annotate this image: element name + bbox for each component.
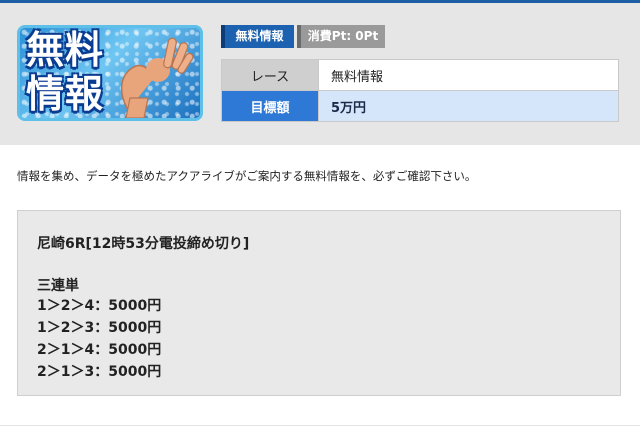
table-row-race: レース 無料情報: [221, 59, 619, 91]
race-value: 無料情報: [318, 59, 619, 91]
thumbnail-title: 無料 情報: [26, 28, 104, 116]
thumbnail-title-line2: 情報: [26, 72, 105, 116]
info-table: レース 無料情報 目標額 5万円: [221, 59, 619, 122]
bet-line: 2＞1＞4：5000円: [37, 342, 162, 358]
target-amount-value: 5万円: [318, 90, 619, 122]
free-info-thumbnail: 無料 情報: [17, 25, 203, 121]
thumbnail-title-line1: 無料: [26, 28, 105, 72]
target-amount-label: 目標額: [221, 90, 319, 122]
prediction-box: 尼崎6R[12時53分電投締め切り] 三連単 1＞2＞4：5000円 1＞2＞3…: [17, 210, 621, 396]
bet-type: 三連単: [37, 278, 79, 294]
table-row-target: 目標額 5万円: [221, 90, 619, 122]
divider: [0, 425, 640, 426]
bet-line: 2＞1＞3：5000円: [37, 364, 162, 380]
ok-hand-icon: [120, 37, 194, 118]
free-info-badge: 無料情報: [221, 25, 294, 48]
race-title: 尼崎6R[12時53分電投締め切り]: [37, 236, 250, 252]
bet-line: 1＞2＞4：5000円: [37, 298, 162, 314]
points-cost-badge: 消費Pt: 0Pt: [297, 25, 385, 48]
race-label: レース: [221, 59, 319, 91]
intro-text: 情報を集め、データを極めたアクアライブがご案内する無料情報を、必ずご確認下さい。: [17, 169, 477, 183]
bet-line: 1＞2＞3：5000円: [37, 320, 162, 336]
